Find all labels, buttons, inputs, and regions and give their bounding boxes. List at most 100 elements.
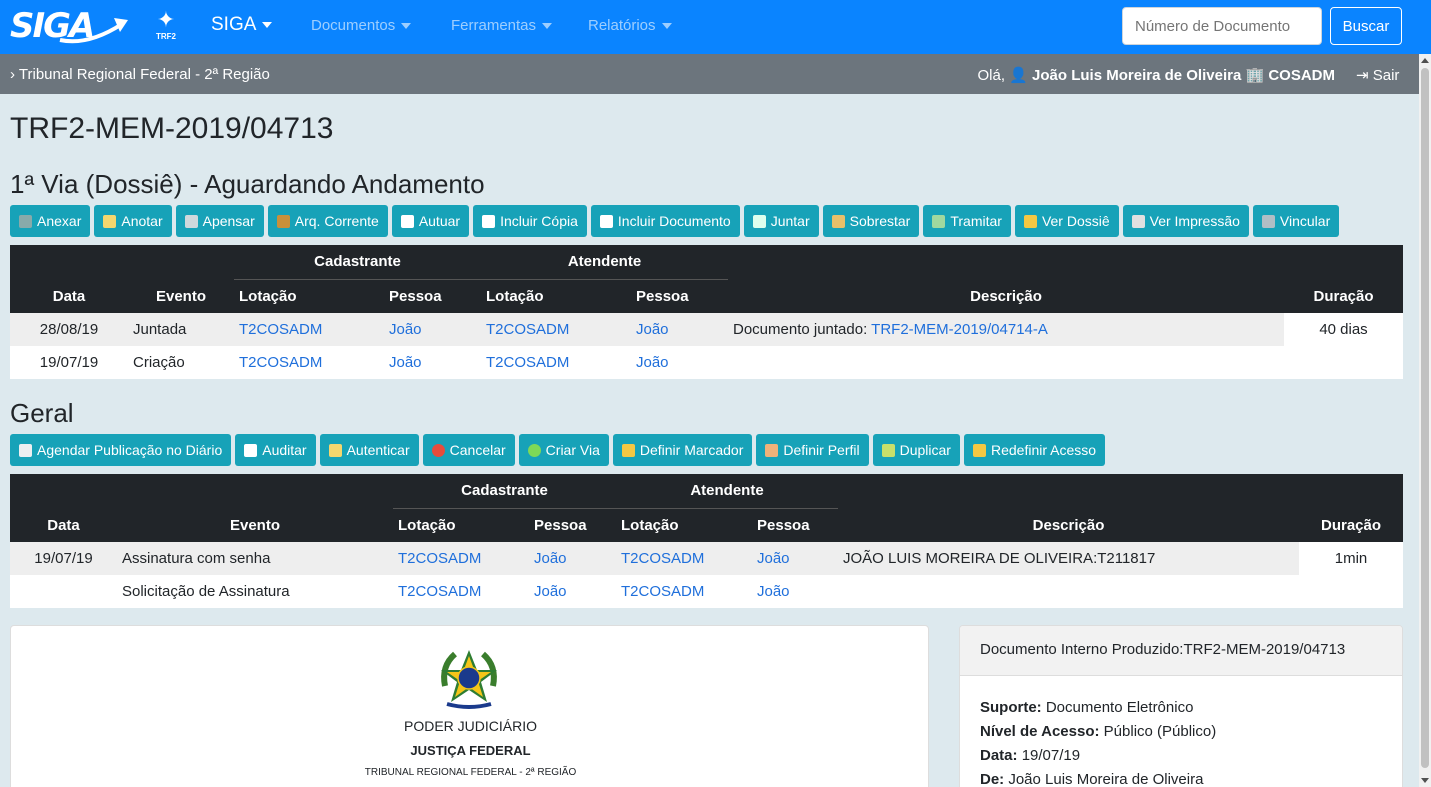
paperclip-icon — [19, 214, 32, 228]
sobrestar-button[interactable]: Sobrestar — [822, 205, 920, 237]
duplicar-button[interactable]: Duplicar — [872, 434, 960, 466]
tramitar-button[interactable]: Tramitar — [923, 205, 1011, 237]
hourglass-icon — [831, 214, 845, 228]
search-button[interactable]: Buscar — [1330, 7, 1402, 45]
table-header-empty — [117, 474, 393, 508]
cad-pessoa-link[interactable]: João — [534, 583, 567, 600]
apensar-button[interactable]: Apensar — [175, 205, 264, 237]
field-label: Suporte: — [980, 699, 1042, 716]
cad-lotacao-link[interactable]: T2COSADM — [398, 583, 481, 600]
geral-heading: Geral — [10, 398, 74, 428]
info-field-suporte: Suporte: Documento Eletrônico — [980, 696, 1382, 720]
user-icon: 👤 — [1009, 67, 1028, 84]
anexar-button[interactable]: Anexar — [10, 205, 91, 237]
auditar-button[interactable]: Auditar — [235, 434, 316, 466]
table-row: Solicitação de Assinatura T2COSADM João … — [10, 575, 1403, 608]
info-card-header: Documento Interno Produzido:TRF2-MEM-201… — [960, 626, 1402, 676]
siga-menu[interactable]: SIGA — [211, 14, 273, 36]
autuar-button[interactable]: Autuar — [391, 205, 470, 237]
cad-pessoa-link[interactable]: João — [389, 354, 422, 371]
cell-descricao — [838, 575, 1299, 608]
vincular-button[interactable]: Vincular — [1252, 205, 1340, 237]
at-lotacao-link[interactable]: T2COSADM — [621, 583, 704, 600]
document-add-icon — [599, 214, 613, 228]
header-cad-lotacao: Lotação — [393, 508, 529, 542]
at-lotacao-link[interactable]: T2COSADM — [621, 550, 704, 567]
link-icon — [184, 214, 198, 228]
coat-of-arms-icon — [441, 650, 497, 709]
criar-via-button[interactable]: Criar Via — [518, 434, 609, 466]
incluir-copia-button[interactable]: Incluir Cópia — [473, 205, 587, 237]
menu-relatorios[interactable]: Relatórios — [588, 17, 672, 34]
cad-lotacao-link[interactable]: T2COSADM — [239, 321, 322, 338]
note-icon — [103, 214, 117, 228]
arq-corrente-button-label: Arq. Corrente — [294, 213, 379, 229]
vertical-scrollbar[interactable] — [1419, 54, 1431, 787]
header-at-lotacao: Lotação — [481, 279, 631, 313]
at-lotacao-link[interactable]: T2COSADM — [486, 354, 569, 371]
definir-perfil-button[interactable]: Definir Perfil — [756, 434, 869, 466]
at-pessoa-link[interactable]: João — [636, 321, 669, 338]
geral-events-table: Cadastrante Atendente Data Evento Lotaçã… — [10, 474, 1403, 608]
header-at-lotacao: Lotação — [616, 508, 752, 542]
cell-data: 28/08/19 — [10, 313, 128, 346]
chevron-down-icon — [401, 23, 412, 30]
anexar-button-label: Anexar — [37, 213, 82, 229]
table-row: 28/08/19 Juntada T2COSADM João T2COSADM … — [10, 313, 1403, 379]
info-field-nivel-acesso: Nível de Acesso: Público (Público) — [980, 720, 1382, 744]
info-field-data: Data: 19/07/19 — [980, 744, 1382, 768]
breadcrumb-label: Tribunal Regional Federal - 2ª Região — [18, 66, 270, 83]
table-header-empty — [10, 474, 117, 508]
cad-lotacao-link[interactable]: T2COSADM — [239, 354, 322, 371]
criar-via-button-label: Criar Via — [545, 442, 600, 458]
field-label: De: — [980, 771, 1005, 787]
definir-marcador-button[interactable]: Definir Marcador — [612, 434, 753, 466]
cad-lotacao-link[interactable]: T2COSADM — [398, 550, 481, 567]
at-pessoa-link[interactable]: João — [757, 583, 790, 600]
via-events-table: Cadastrante Atendente Data Evento Lotaçã… — [10, 245, 1403, 379]
header-at-pessoa: Pessoa — [631, 279, 728, 313]
logout-label: Sair — [1372, 67, 1400, 84]
preview-line-poder: PODER JUDICIÁRIO — [403, 718, 537, 734]
incluir-documento-button[interactable]: Incluir Documento — [590, 205, 740, 237]
attach-document-icon — [752, 214, 766, 228]
scroll-up-icon[interactable] — [1421, 58, 1429, 63]
cad-pessoa-link[interactable]: João — [389, 321, 422, 338]
arq-corrente-button[interactable]: Arq. Corrente — [267, 205, 388, 237]
header-evento: Evento — [128, 279, 234, 313]
at-pessoa-link[interactable]: João — [636, 354, 669, 371]
scrollbar-thumb[interactable] — [1421, 68, 1429, 768]
table-header-empty — [1284, 245, 1403, 279]
at-lotacao-link[interactable]: T2COSADM — [486, 321, 569, 338]
table-header-empty — [838, 474, 1299, 508]
joined-document-link[interactable]: TRF2-MEM-2019/04714-A — [871, 321, 1048, 338]
scroll-down-icon[interactable] — [1421, 778, 1429, 783]
cad-pessoa-link[interactable]: João — [534, 550, 567, 567]
agendar-publicacao-button[interactable]: Agendar Publicação no Diário — [10, 434, 232, 466]
breadcrumb[interactable]: › Tribunal Regional Federal - 2ª Região — [10, 66, 270, 83]
at-pessoa-link[interactable]: João — [757, 550, 790, 567]
anotar-button[interactable]: Anotar — [94, 205, 172, 237]
ver-impressao-button[interactable]: Ver Impressão — [1122, 205, 1249, 237]
redefinir-acesso-button[interactable]: Redefinir Acesso — [963, 434, 1106, 466]
tag-icon — [621, 443, 635, 457]
cancelar-button[interactable]: Cancelar — [422, 434, 515, 466]
menu-ferramentas[interactable]: Ferramentas — [451, 17, 553, 34]
group-header-cadastrante: Cadastrante — [234, 245, 481, 280]
archive-icon — [276, 214, 290, 228]
document-number-input[interactable] — [1122, 7, 1322, 45]
cell-data: 19/07/19 — [10, 346, 128, 379]
ver-dossie-button[interactable]: Ver Dossiê — [1014, 205, 1119, 237]
logout-link[interactable]: ⇥ Sair — [1356, 66, 1399, 84]
header-evento: Evento — [117, 508, 393, 542]
via-heading: 1ª Via (Dossiê) - Aguardando Andamento — [10, 169, 485, 199]
duplicar-button-label: Duplicar — [899, 442, 951, 458]
cell-evento: Juntada — [128, 313, 234, 346]
autuar-button-label: Autuar — [418, 213, 461, 229]
shield-icon — [972, 443, 986, 457]
menu-documentos[interactable]: Documentos — [311, 17, 412, 34]
autenticar-button[interactable]: Autenticar — [319, 434, 419, 466]
trf2-logo: ✦ TRF2 — [152, 8, 180, 48]
juntar-button[interactable]: Juntar — [743, 205, 819, 237]
incluir-copia-button-label: Incluir Cópia — [500, 213, 578, 229]
